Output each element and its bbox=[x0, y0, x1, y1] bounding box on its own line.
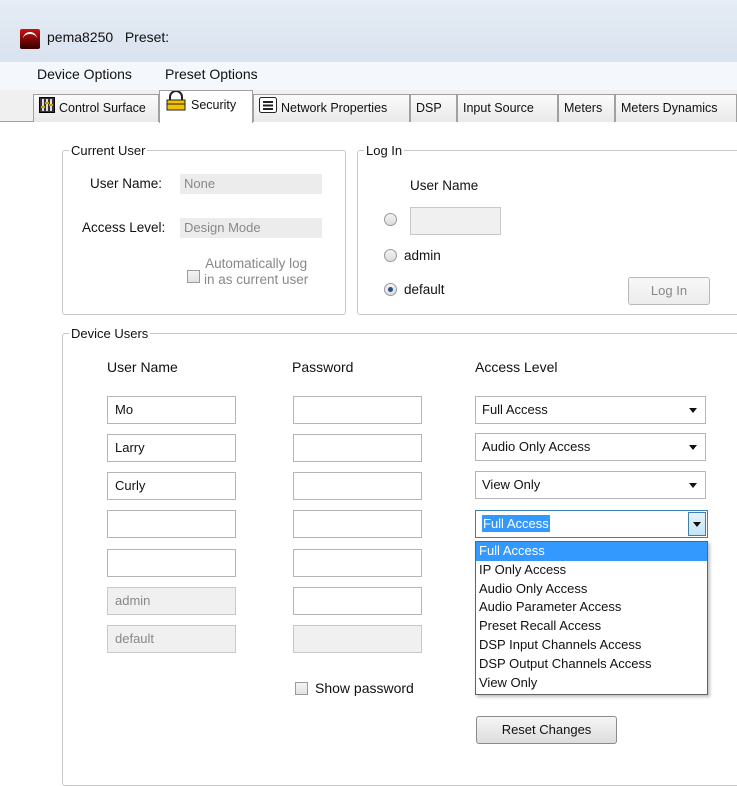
tab-label: Input Source bbox=[463, 101, 534, 115]
dropdown-option[interactable]: DSP Input Channels Access bbox=[476, 636, 707, 655]
dropdown-option[interactable]: Preset Recall Access bbox=[476, 617, 707, 636]
access-level-value: Full Access bbox=[482, 402, 548, 417]
auto-login-checkbox[interactable] bbox=[187, 270, 200, 283]
tab-label: Meters bbox=[564, 101, 603, 115]
auto-login-label: Automatically log in as current user bbox=[204, 256, 308, 288]
login-radio-default[interactable] bbox=[384, 283, 397, 296]
tab-label: Meters Dynamics bbox=[621, 101, 718, 115]
show-password-checkbox[interactable] bbox=[295, 682, 308, 695]
dropdown-option[interactable]: View Only bbox=[476, 674, 707, 693]
dropdown-option[interactable]: Audio Parameter Access bbox=[476, 598, 707, 617]
user-name-input: admin bbox=[107, 587, 236, 615]
user-name-input[interactable]: Mo bbox=[107, 396, 236, 424]
device-users-legend: Device Users bbox=[71, 326, 149, 341]
column-access-level: Access Level bbox=[475, 359, 558, 375]
auto-login-line1: Automatically log bbox=[205, 256, 308, 271]
device-name: pema8250 bbox=[47, 29, 114, 45]
tab-security[interactable]: Security bbox=[159, 90, 253, 123]
network-icon bbox=[259, 96, 277, 122]
user-name-input[interactable] bbox=[107, 549, 236, 577]
access-level-value: Full Access bbox=[482, 515, 550, 532]
tab-network-properties[interactable]: Network Properties bbox=[253, 94, 410, 122]
show-password-label: Show password bbox=[315, 680, 414, 696]
current-user-name-value: None bbox=[180, 174, 322, 194]
app-logo-icon bbox=[20, 29, 40, 49]
user-name-input[interactable] bbox=[107, 510, 236, 538]
reset-changes-button[interactable]: Reset Changes bbox=[476, 716, 617, 744]
control-surface-icon bbox=[39, 96, 55, 122]
user-name-label: User Name: bbox=[90, 176, 163, 191]
lock-icon bbox=[165, 90, 187, 120]
menu-device-options[interactable]: Device Options bbox=[37, 63, 132, 85]
user-name-input[interactable]: Curly bbox=[107, 472, 236, 500]
log-in-button[interactable]: Log In bbox=[628, 277, 710, 305]
password-input bbox=[293, 625, 422, 653]
tab-meters[interactable]: Meters bbox=[558, 94, 615, 122]
chevron-down-icon bbox=[689, 408, 697, 413]
log-in-user-name-header: User Name bbox=[410, 178, 479, 193]
tab-dsp[interactable]: DSP bbox=[410, 94, 457, 122]
window-title: pema8250 Preset: bbox=[47, 29, 169, 45]
dropdown-option[interactable]: DSP Output Channels Access bbox=[476, 655, 707, 674]
title-bar: pema8250 Preset: bbox=[0, 0, 737, 62]
menu-bar: Device Options Preset Options bbox=[0, 62, 737, 90]
dropdown-option[interactable]: Full Access bbox=[476, 542, 707, 561]
login-custom-user-input[interactable] bbox=[410, 207, 501, 235]
tab-label: Security bbox=[191, 97, 237, 112]
access-level-label: Access Level: bbox=[82, 220, 166, 235]
auto-login-line2: in as current user bbox=[204, 272, 309, 287]
password-input[interactable] bbox=[293, 587, 422, 615]
access-level-select[interactable]: Full Access bbox=[475, 396, 706, 424]
access-level-value: Audio Only Access bbox=[482, 439, 591, 454]
current-user-legend: Current User bbox=[71, 143, 146, 158]
password-input[interactable] bbox=[293, 549, 422, 577]
login-radio-custom[interactable] bbox=[384, 213, 397, 226]
dropdown-option[interactable]: Audio Only Access bbox=[476, 580, 707, 599]
chevron-down-icon bbox=[689, 445, 697, 450]
login-radio-admin[interactable] bbox=[384, 249, 397, 262]
access-level-select[interactable]: View Only bbox=[475, 471, 706, 499]
password-input[interactable] bbox=[293, 510, 422, 538]
tab-label: DSP bbox=[416, 101, 442, 115]
tab-label: Control Surface bbox=[59, 101, 146, 115]
column-user-name: User Name bbox=[107, 359, 178, 375]
chevron-down-icon bbox=[693, 522, 701, 527]
tab-bar: Control Surface Security Network Propert… bbox=[0, 90, 737, 123]
access-level-select-open[interactable]: Full Access bbox=[475, 510, 708, 538]
access-level-select[interactable]: Audio Only Access bbox=[475, 433, 706, 461]
log-in-legend: Log In bbox=[366, 143, 403, 158]
chevron-down-icon bbox=[689, 483, 697, 488]
dropdown-button[interactable] bbox=[688, 512, 706, 536]
user-name-input: default bbox=[107, 625, 236, 653]
current-access-level-value: Design Mode bbox=[180, 218, 322, 238]
preset-label: Preset: bbox=[124, 29, 170, 45]
tab-meters-dynamics[interactable]: Meters Dynamics bbox=[615, 94, 737, 122]
access-level-value: View Only bbox=[482, 477, 541, 492]
tab-input-source[interactable]: Input Source bbox=[457, 94, 558, 122]
dropdown-option[interactable]: IP Only Access bbox=[476, 561, 707, 580]
login-option-default: default bbox=[404, 282, 445, 297]
password-input[interactable] bbox=[293, 434, 422, 462]
tab-control-surface[interactable]: Control Surface bbox=[33, 94, 159, 122]
column-password: Password bbox=[292, 359, 354, 375]
login-option-admin: admin bbox=[404, 248, 441, 263]
password-input[interactable] bbox=[293, 396, 422, 424]
user-name-input[interactable]: Larry bbox=[107, 434, 236, 462]
menu-preset-options[interactable]: Preset Options bbox=[165, 63, 258, 85]
tab-label: Network Properties bbox=[281, 101, 388, 115]
password-input[interactable] bbox=[293, 472, 422, 500]
access-level-dropdown-list: Full Access IP Only Access Audio Only Ac… bbox=[475, 541, 708, 695]
